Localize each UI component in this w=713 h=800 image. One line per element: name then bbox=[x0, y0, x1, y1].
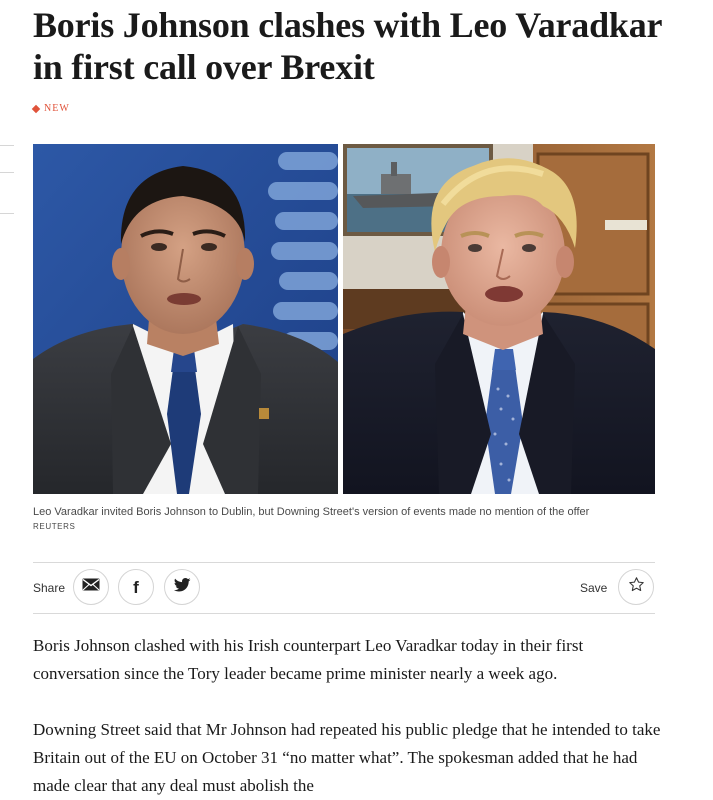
article-headline: Boris Johnson clashes with Leo Varadkar … bbox=[33, 5, 662, 87]
article-page: Boris Johnson clashes with Leo Varadkar … bbox=[0, 0, 713, 800]
article-paragraph: Boris Johnson clashed with his Irish cou… bbox=[33, 636, 584, 683]
share-label: Share bbox=[33, 581, 66, 595]
facebook-icon: f bbox=[133, 577, 139, 597]
article-paragraph: Downing Street said that Mr Johnson had … bbox=[33, 720, 661, 795]
share-bar: Share f Save bbox=[33, 562, 655, 614]
share-twitter-button[interactable] bbox=[164, 569, 200, 605]
photo-boris-johnson bbox=[343, 144, 655, 494]
new-badge-label: NEW bbox=[44, 103, 70, 114]
share-facebook-button[interactable]: f bbox=[118, 569, 154, 605]
diamond-icon bbox=[31, 104, 41, 113]
left-divider bbox=[0, 145, 14, 146]
photo-leo-varadkar bbox=[33, 144, 338, 494]
left-divider bbox=[0, 172, 14, 173]
new-badge: NEW bbox=[31, 103, 70, 114]
left-divider bbox=[0, 213, 14, 214]
envelope-icon bbox=[82, 578, 100, 596]
save-label: Save bbox=[580, 581, 608, 595]
image-caption: Leo Varadkar invited Boris Johnson to Du… bbox=[33, 506, 590, 518]
image-credit: REUTERS bbox=[33, 522, 76, 531]
twitter-icon bbox=[173, 577, 191, 597]
save-button[interactable] bbox=[618, 569, 654, 605]
share-email-button[interactable] bbox=[73, 569, 109, 605]
star-icon bbox=[628, 576, 645, 598]
